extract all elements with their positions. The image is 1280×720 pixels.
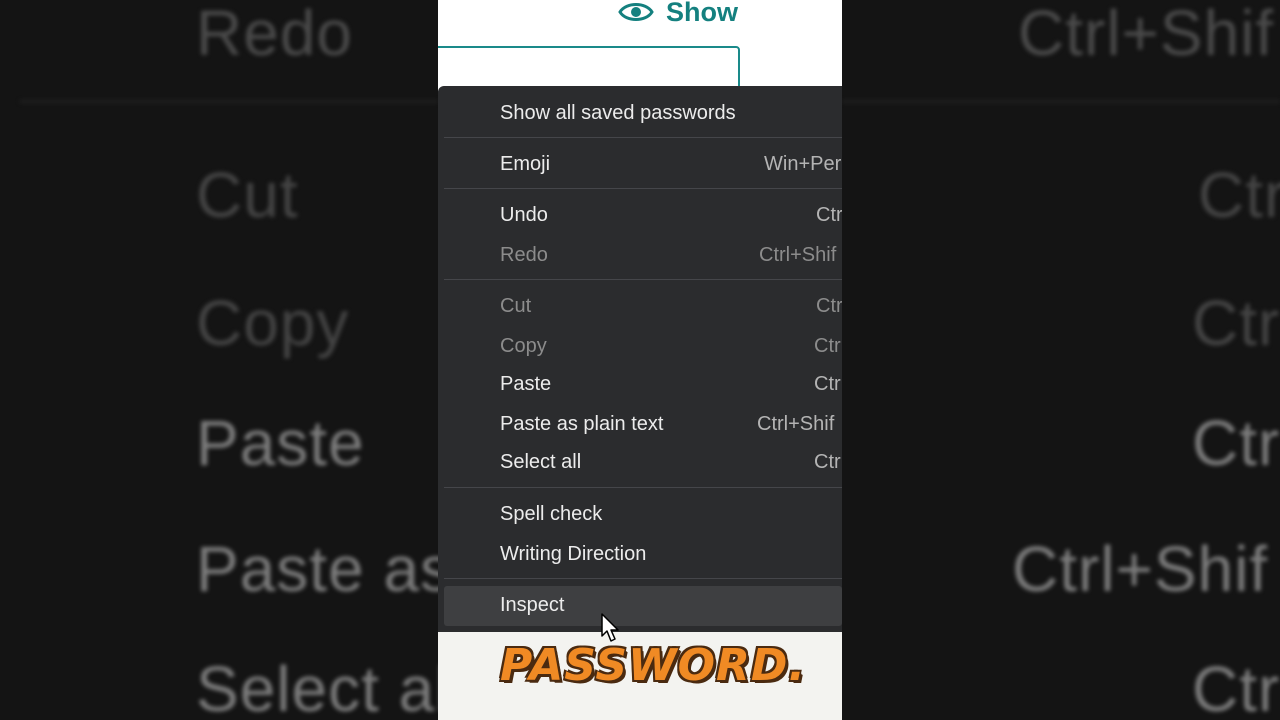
menu-item-copy[interactable]: Copy Ctr bbox=[444, 327, 842, 367]
shortcut-paste: Ctr bbox=[814, 373, 841, 395]
menu-item-show-all-saved-passwords[interactable]: Show all saved passwords bbox=[444, 94, 842, 134]
menu-item-cut[interactable]: Cut Ctr bbox=[444, 287, 842, 327]
shortcut-undo: Ctr bbox=[816, 204, 842, 226]
menu-item-spell-check[interactable]: Spell check bbox=[444, 495, 842, 535]
bg-shortcut-paste-as: Ctrl+Shif bbox=[1012, 533, 1269, 605]
menu-item-emoji[interactable]: Emoji Win+Per bbox=[444, 145, 842, 185]
menu-item-writing-direction[interactable]: Writing Direction bbox=[444, 535, 842, 575]
menu-item-select-all[interactable]: Select all Ctr bbox=[444, 443, 842, 483]
eye-icon bbox=[618, 3, 654, 21]
menu-item-paste[interactable]: Paste Ctr bbox=[444, 365, 842, 405]
mouse-cursor-icon bbox=[601, 613, 619, 642]
bg-text-paste-as: Paste as bbox=[196, 533, 438, 605]
bg-text-paste: Paste bbox=[196, 407, 365, 479]
shortcut-select-all: Ctr bbox=[814, 451, 841, 473]
context-menu: Show all saved passwords Emoji Win+Per U… bbox=[438, 86, 842, 632]
shortcut-cut: Ctr bbox=[816, 295, 842, 317]
bg-shortcut-copy: Ctr bbox=[1192, 287, 1280, 359]
bg-shortcut-paste: Ctr bbox=[1192, 407, 1280, 479]
video-caption: PASSWORD. bbox=[500, 640, 807, 691]
bg-text-redo: Redo bbox=[196, 0, 353, 69]
bg-text-select-all: Select al bbox=[196, 653, 438, 720]
shortcut-copy: Ctr bbox=[814, 335, 841, 357]
bg-text-copy: Copy bbox=[196, 287, 350, 359]
bg-shortcut-redo: Ctrl+Shif bbox=[1018, 0, 1275, 69]
menu-item-redo[interactable]: Redo Ctrl+Shif bbox=[444, 236, 842, 276]
bg-shortcut-select-all: Ctr bbox=[1192, 653, 1280, 720]
show-password-toggle[interactable]: Show bbox=[618, 0, 738, 32]
menu-item-undo[interactable]: Undo Ctr bbox=[444, 196, 842, 236]
background-left-panel: Redo Cut Copy Paste Paste as Select al bbox=[0, 0, 438, 720]
menu-item-inspect[interactable]: Inspect bbox=[444, 586, 842, 626]
show-label: Show bbox=[666, 0, 738, 27]
menu-item-paste-as-plain-text[interactable]: Paste as plain text Ctrl+Shif bbox=[444, 405, 842, 445]
bg-shortcut-cut: Ctr bbox=[1198, 159, 1280, 231]
center-panel: Show PASSWORD. Show all saved passwords … bbox=[438, 0, 842, 720]
background-right-panel: Ctrl+Shif Ctr Ctr Ctr Ctrl+Shif Ctr bbox=[842, 0, 1280, 720]
shortcut-paste-as-plain-text: Ctrl+Shif bbox=[757, 413, 835, 435]
shortcut-redo: Ctrl+Shif bbox=[759, 244, 837, 266]
bg-text-cut: Cut bbox=[196, 159, 299, 231]
shortcut-emoji: Win+Per bbox=[764, 153, 842, 175]
